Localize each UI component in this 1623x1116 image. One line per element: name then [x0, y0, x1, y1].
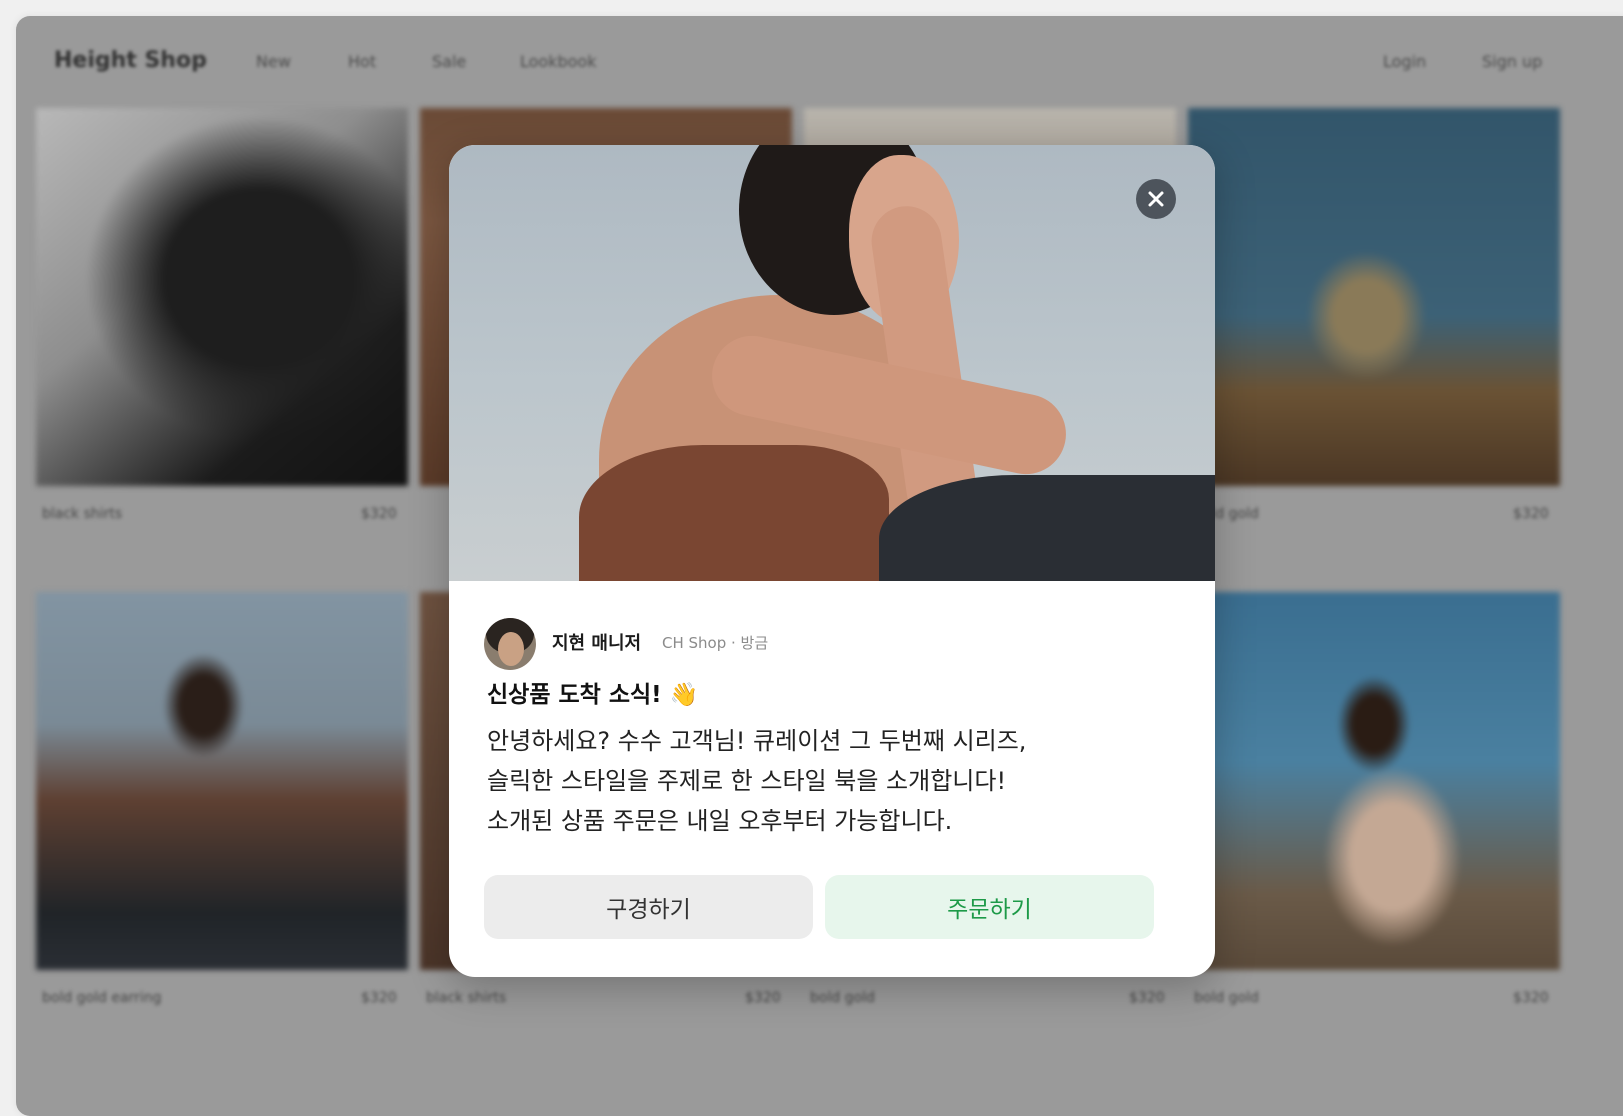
- hero-image: [449, 145, 1215, 581]
- order-button[interactable]: 주문하기: [825, 875, 1154, 939]
- announcement-modal: 지현 매니저 CH Shop · 방금 신상품 도착 소식! 👋 안녕하세요? …: [449, 145, 1215, 977]
- product-image[interactable]: [1188, 108, 1560, 486]
- product-image[interactable]: [36, 592, 408, 970]
- nav-lookbook[interactable]: Lookbook: [520, 52, 596, 71]
- browse-button[interactable]: 구경하기: [484, 875, 813, 939]
- product-image[interactable]: [36, 108, 408, 486]
- author-name: 지현 매니저: [552, 633, 642, 654]
- top-navigation: Height Shop New Hot Sale Lookbook Login …: [16, 16, 1623, 108]
- body-line: 슬릭한 스타일을 주제로 한 스타일 북을 소개합니다!: [487, 767, 1007, 795]
- modal-body: 안녕하세요? 수수 고객님! 큐레이션 그 두번째 시리즈, 슬릭한 스타일을 …: [487, 721, 1187, 841]
- nav-sale[interactable]: Sale: [432, 52, 466, 71]
- product-name: black shirts: [426, 990, 507, 1006]
- body-line: 안녕하세요? 수수 고객님! 큐레이션 그 두번째 시리즈,: [487, 727, 1027, 755]
- product-name: bold gold: [1194, 990, 1259, 1006]
- product-price: $320: [1513, 990, 1549, 1006]
- close-icon: [1148, 191, 1164, 207]
- close-button[interactable]: [1136, 179, 1176, 219]
- modal-title: 신상품 도착 소식! 👋: [487, 682, 699, 708]
- author-meta: CH Shop · 방금: [662, 634, 769, 652]
- avatar: [484, 618, 536, 670]
- login-link[interactable]: Login: [1383, 52, 1426, 71]
- product-price: $320: [1513, 506, 1549, 522]
- signup-link[interactable]: Sign up: [1482, 52, 1542, 71]
- product-price: $320: [361, 990, 397, 1006]
- product-price: $320: [745, 990, 781, 1006]
- product-name: bold gold: [810, 990, 875, 1006]
- product-price: $320: [361, 506, 397, 522]
- product-name: black shirts: [42, 506, 123, 522]
- product-name: bold gold earring: [42, 990, 162, 1006]
- product-price: $320: [1129, 990, 1165, 1006]
- body-line: 소개된 상품 주문은 내일 오후부터 가능합니다.: [487, 807, 953, 835]
- nav-new[interactable]: New: [256, 52, 291, 71]
- product-image[interactable]: [1188, 592, 1560, 970]
- nav-hot[interactable]: Hot: [348, 52, 376, 71]
- brand-logo[interactable]: Height Shop: [54, 48, 207, 73]
